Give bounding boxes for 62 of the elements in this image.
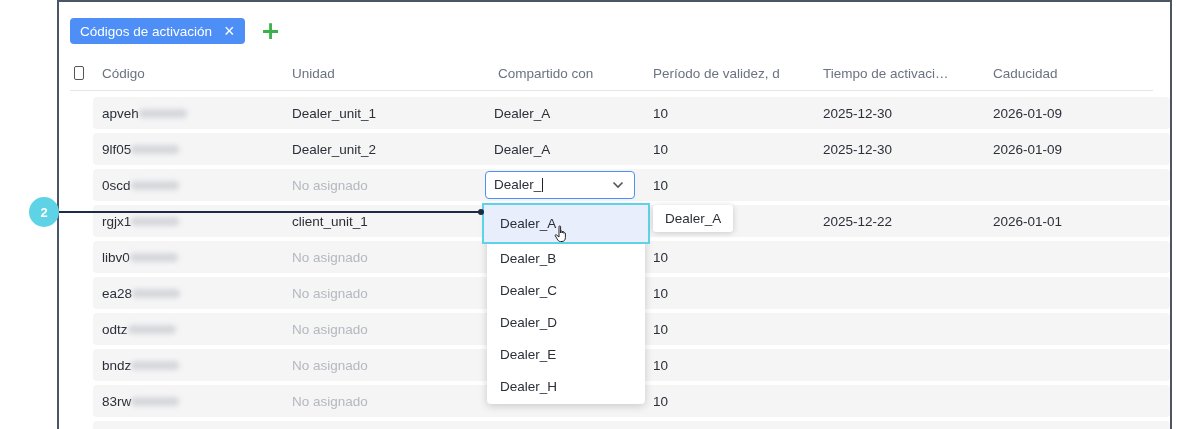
table-cell: 2025-12-30: [823, 141, 893, 157]
table-cell: 2026-01-01: [993, 213, 1063, 229]
redacted-blur: [127, 324, 176, 334]
table-cell: Dealer_A: [494, 105, 551, 121]
table-cell: Dealer_unit_1: [292, 105, 377, 121]
redacted-blur: [131, 396, 180, 406]
table-cell: No asignado: [292, 393, 368, 409]
table-cell: 2025-12-22: [823, 213, 893, 229]
dropdown-option[interactable]: Dealer_C: [487, 274, 645, 306]
table-cell: 10: [653, 249, 669, 265]
redacted-blur: [138, 108, 187, 118]
table-cell: No asignado: [292, 321, 368, 337]
column-header: Caducidad: [992, 65, 1059, 81]
table-cell: 10: [653, 285, 669, 301]
table-cell: 10: [653, 105, 669, 121]
table-cell: 10: [653, 321, 669, 337]
checkbox[interactable]: [74, 66, 84, 80]
table-cell: 10: [653, 141, 669, 157]
table-cell: bndz: [102, 357, 132, 373]
table-cell: 10: [653, 393, 669, 409]
table-cell: 10: [653, 177, 669, 193]
table-cell: Dealer_unit_2: [292, 141, 377, 157]
table-cell: 0scd: [102, 177, 131, 193]
table-cell: 83rw: [102, 393, 132, 409]
table-cell: No asignado: [292, 249, 368, 265]
dropdown-option[interactable]: Dealer_D: [487, 306, 645, 338]
table-cell: 2025-12-30: [823, 105, 893, 121]
column-header: Compartido con: [497, 65, 595, 81]
redacted-blur: [132, 288, 181, 298]
column-header: Período de validez, d: [652, 65, 781, 81]
tooltip: Dealer_A: [653, 205, 734, 232]
table-cell: odtz: [102, 321, 128, 337]
table-cell: libv0: [102, 249, 130, 265]
redacted-blur: [131, 144, 180, 154]
table-cell: rgjx1: [102, 213, 132, 229]
column-header: Código: [101, 65, 146, 81]
table-cell: 9lf05: [102, 141, 132, 157]
table-cell: 10: [653, 357, 669, 373]
table-cell: 2026-01-09: [993, 141, 1063, 157]
table-cell: apveh: [102, 105, 139, 121]
column-header: Tiempo de activaci…: [822, 65, 950, 81]
dropdown-option[interactable]: Dealer_E: [487, 338, 645, 370]
leader-dot: [478, 209, 484, 215]
redacted-blur: [131, 216, 180, 226]
table-cell: ea28: [102, 285, 133, 301]
table-cell: 2026-01-09: [993, 105, 1063, 121]
chevron-down-icon: [612, 181, 624, 189]
table-cell: No asignado: [292, 357, 368, 373]
callout-badge: 2: [29, 197, 59, 227]
table-cell: client_unit_1: [292, 213, 368, 229]
field-value: Dealer_: [494, 176, 542, 194]
table-cell: No asignado: [292, 177, 368, 193]
dropdown-option[interactable]: Dealer_H: [487, 370, 645, 402]
dropdown-option[interactable]: Dealer_B: [487, 242, 645, 274]
table-cell: Dealer_A: [494, 141, 551, 157]
redacted-blur: [129, 252, 178, 262]
select-field[interactable]: Dealer_: [485, 171, 635, 199]
table-cell: No asignado: [292, 285, 368, 301]
dropdown-option[interactable]: Dealer_A: [484, 205, 648, 242]
redacted-blur: [131, 360, 180, 370]
column-header: Unidad: [291, 65, 336, 81]
redacted-blur: [130, 180, 179, 190]
